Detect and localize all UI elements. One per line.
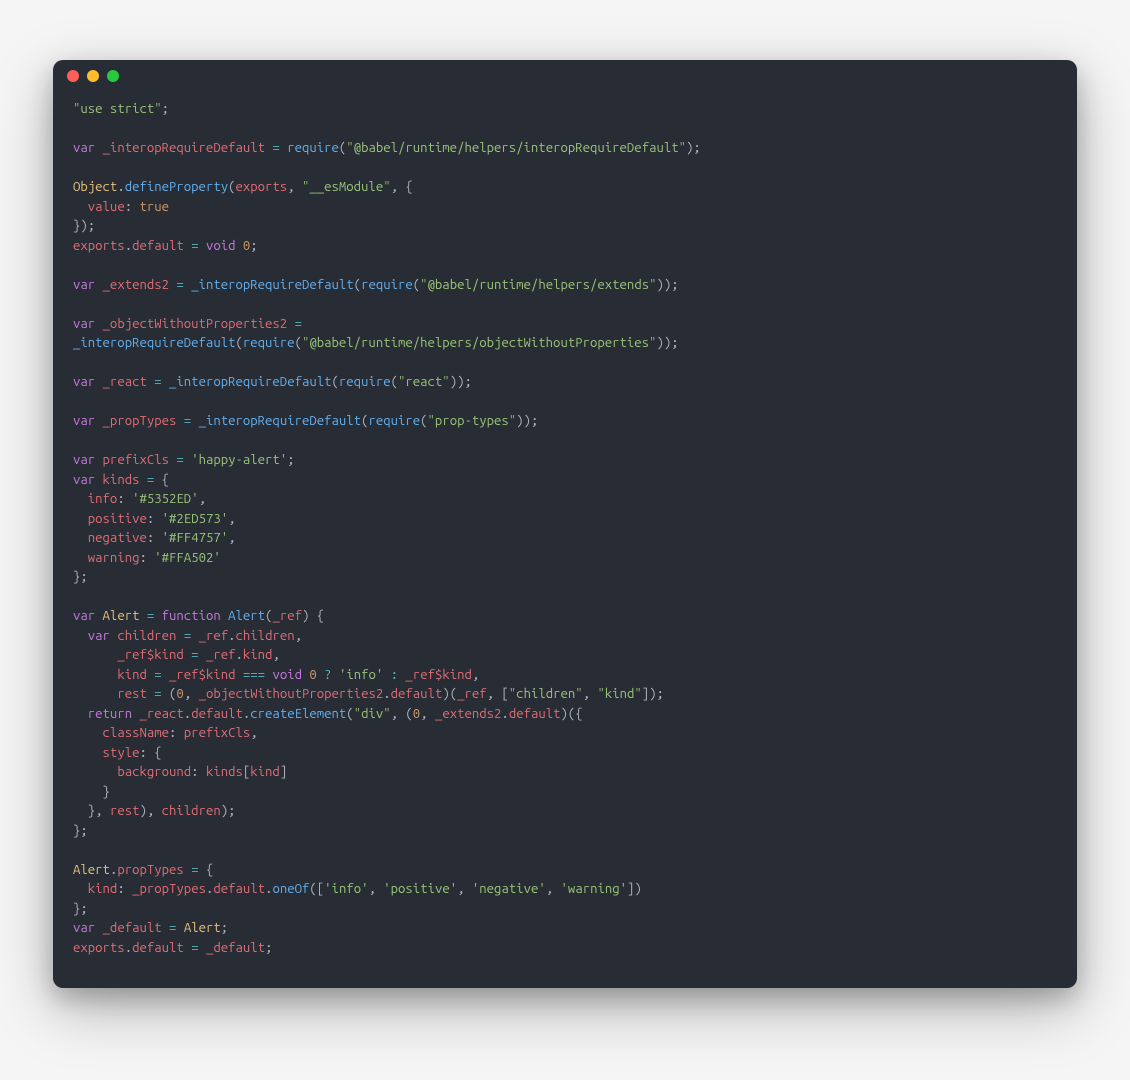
code-token: "use strict" <box>73 102 162 116</box>
code-window: "use strict"; var _interopRequireDefault… <box>53 60 1077 988</box>
code-token: var <box>73 141 95 155</box>
titlebar <box>53 60 1077 92</box>
code-content: "use strict"; var _interopRequireDefault… <box>53 92 1077 988</box>
minimize-icon[interactable] <box>87 70 99 82</box>
close-icon[interactable] <box>67 70 79 82</box>
zoom-icon[interactable] <box>107 70 119 82</box>
